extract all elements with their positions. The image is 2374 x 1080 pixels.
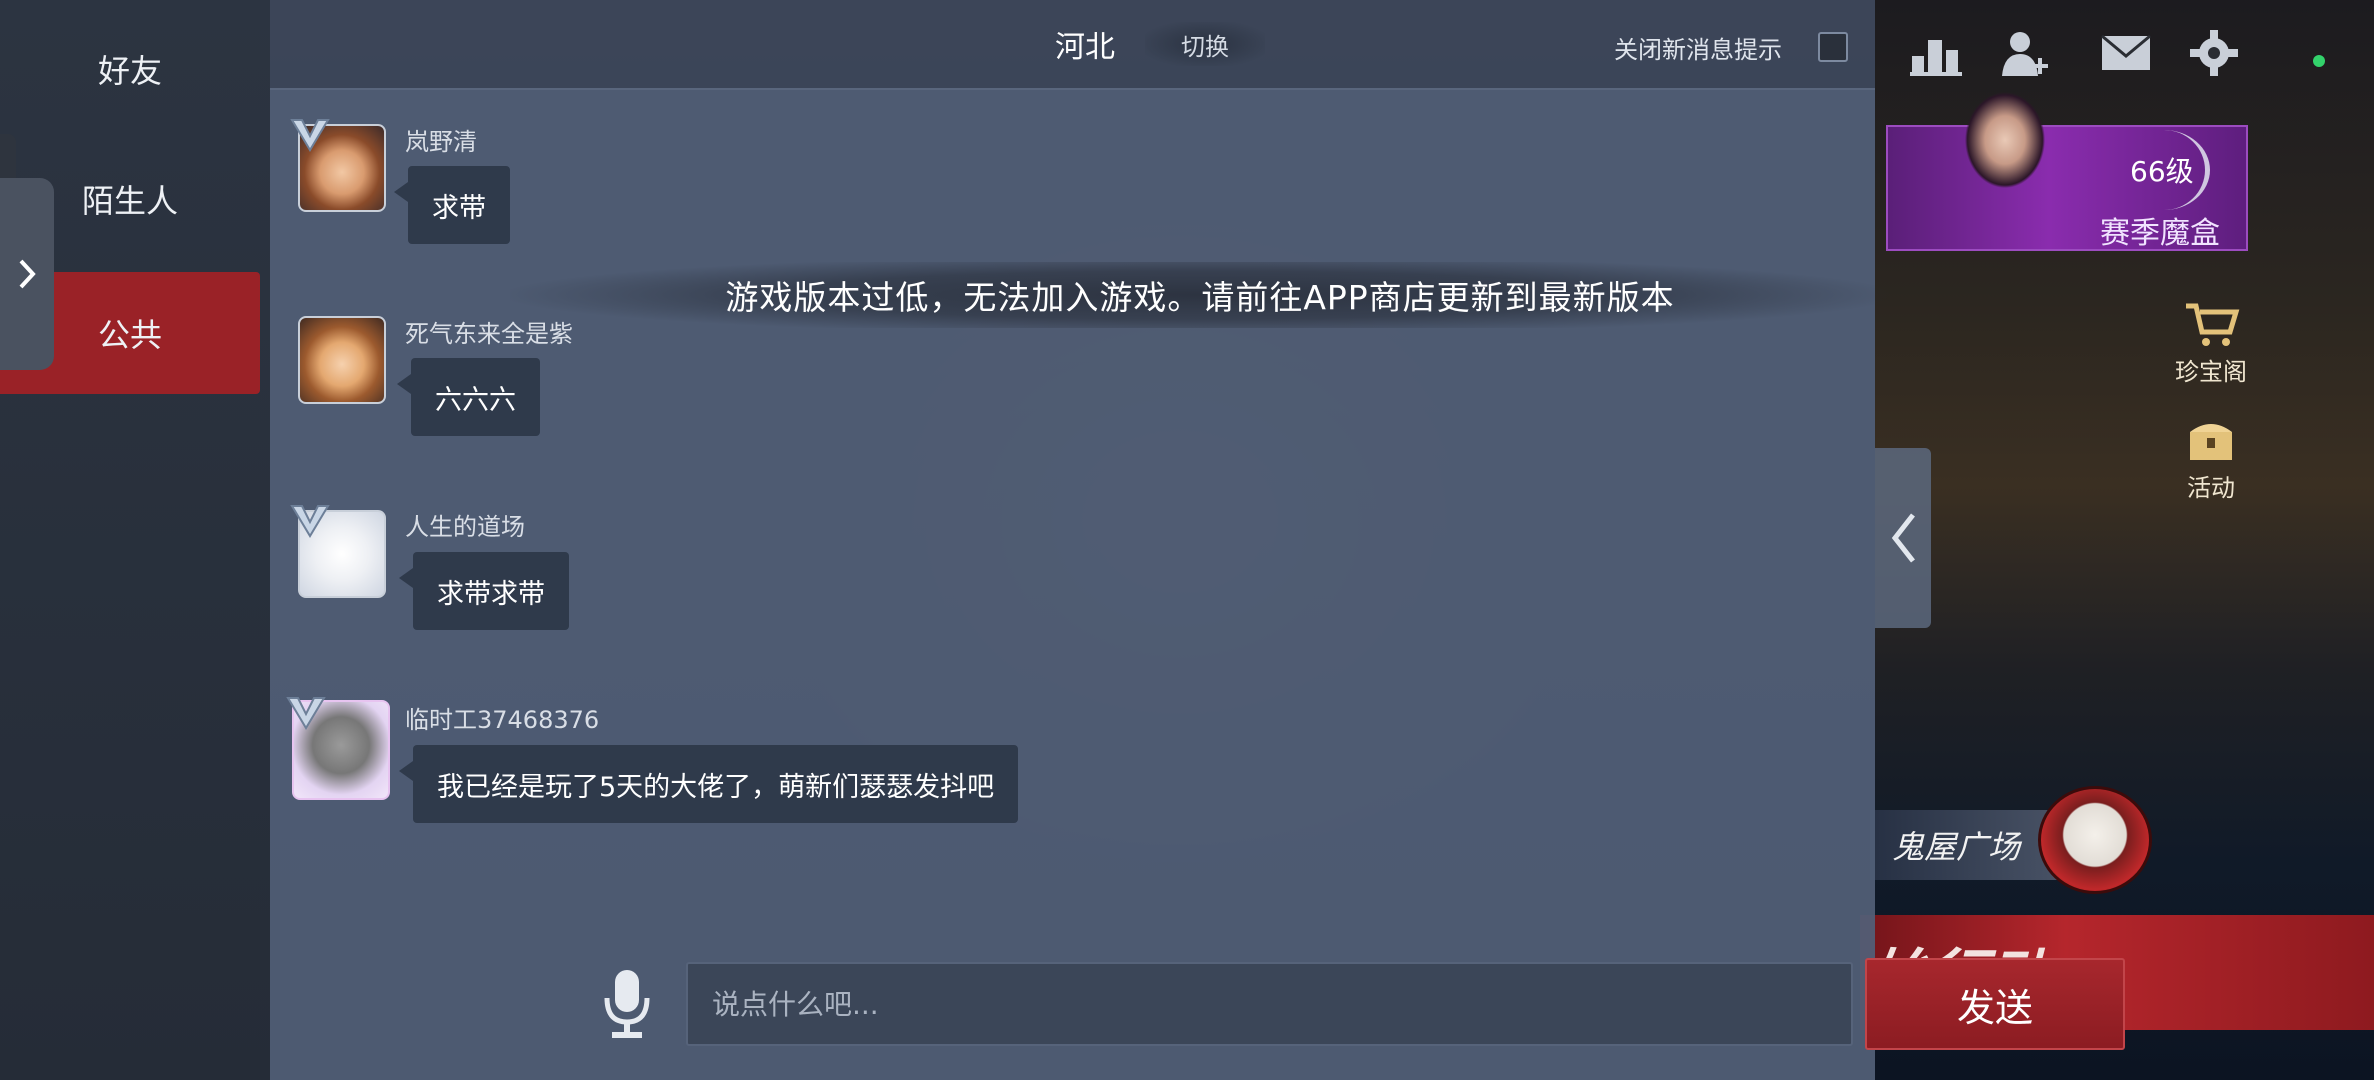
tab-public-label: 公共 (97, 316, 162, 354)
message-bubble: 求带求带 (399, 552, 569, 630)
message-bubble: 求带 (394, 166, 510, 244)
verified-badge-icon (286, 697, 326, 730)
settings-gear-icon[interactable] (2186, 28, 2242, 78)
online-status-dot (2313, 55, 2325, 67)
treasure-label: 珍宝阁 (2175, 358, 2247, 386)
haunted-plaza-label: 鬼屋广场 (1892, 828, 2021, 866)
message-username: 岚野清 (405, 128, 477, 156)
avatar-image (298, 316, 386, 404)
verified-badge-icon (290, 505, 330, 538)
tab-friends[interactable]: 好友 (0, 8, 260, 130)
season-box-label: 赛季魔盒 (2100, 216, 2220, 251)
treasure-button[interactable]: 珍宝阁 (2166, 300, 2256, 387)
avatar[interactable] (290, 116, 386, 212)
season-level: 66级 (2130, 155, 2194, 188)
send-button[interactable]: 发送 (1865, 958, 2125, 1050)
clown-mask-icon[interactable] (2038, 786, 2152, 894)
chat-category-sidebar: 好友 陌生人 公共 (0, 0, 270, 1080)
shop-cart-icon (2182, 300, 2240, 348)
version-warning-toast: 游戏版本过低，无法加入游戏。请前往APP商店更新到最新版本 (510, 262, 1890, 328)
chevron-right-icon (19, 259, 36, 289)
chat-region-title: 河北 (1055, 30, 1115, 65)
activity-label: 活动 (2187, 474, 2235, 502)
public-chat-panel: 河北 切换 关闭新消息提示 岚野清 求带 死气东来全是紫 六六六 人生的道场 求… (270, 0, 2125, 1080)
microphone-icon (604, 970, 650, 1038)
tab-strangers-label: 陌生人 (81, 182, 178, 220)
activity-button[interactable]: 活动 (2166, 416, 2256, 503)
treasure-chest-icon (2182, 416, 2240, 464)
mute-notifications-label: 关闭新消息提示 (1614, 36, 1782, 64)
voice-input-button[interactable] (600, 968, 654, 1040)
collapse-side-menu-button[interactable] (1875, 448, 1931, 628)
avatar[interactable] (290, 308, 386, 404)
message-username: 人生的道场 (405, 513, 525, 541)
verified-badge-icon (290, 119, 330, 152)
avatar[interactable] (290, 502, 386, 598)
chat-message-input[interactable] (686, 962, 1853, 1046)
message-bubble: 我已经是玩了5天的大佬了，萌新们瑟瑟发抖吧 (398, 745, 1019, 823)
mail-icon[interactable] (2098, 28, 2154, 78)
chevron-left-icon (1891, 513, 1915, 563)
switch-region-button[interactable]: 切换 (1145, 22, 1265, 66)
chat-header: 河北 切换 关闭新消息提示 (270, 0, 1875, 90)
message-bubble: 六六六 (397, 358, 540, 436)
mute-notifications-checkbox[interactable] (1818, 32, 1848, 62)
expand-drawer-handle[interactable] (0, 178, 54, 370)
avatar[interactable] (286, 694, 392, 804)
season-character-image (1950, 70, 2065, 250)
message-username: 临时工37468376 (405, 706, 600, 734)
tab-friends-label: 好友 (97, 52, 162, 90)
